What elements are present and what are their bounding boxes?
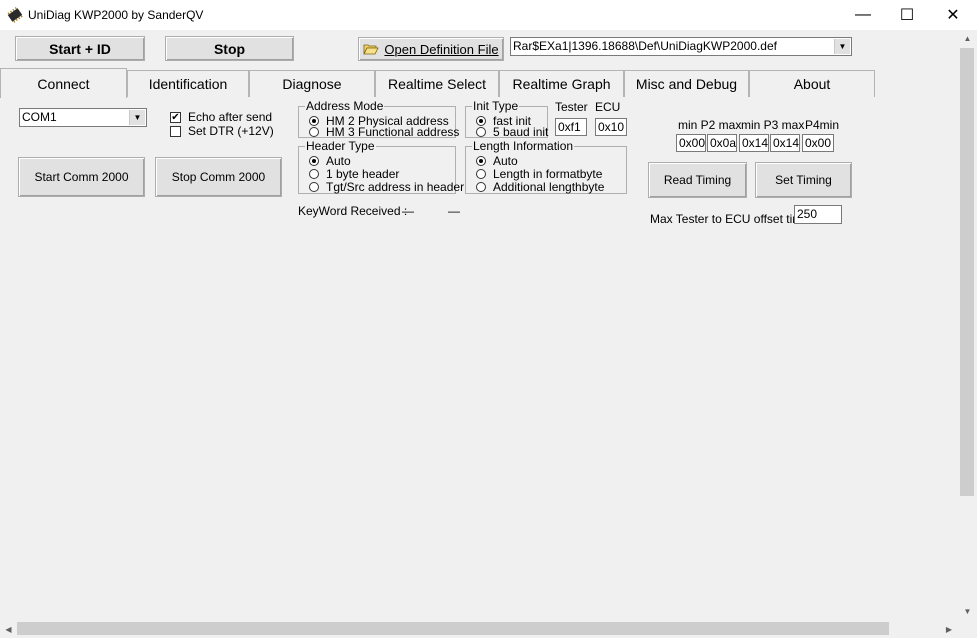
radio-label: Tgt/Src address in header: [326, 180, 465, 194]
p4-label: P4min: [805, 118, 840, 132]
scroll-corner: [958, 620, 977, 638]
echo-after-send-label: Echo after send: [188, 110, 273, 124]
tab-realtime-graph[interactable]: Realtime Graph: [499, 70, 624, 97]
radio-header-1-byte[interactable]: 1 byte header: [309, 167, 399, 181]
p2-max-input[interactable]: 0x0a: [707, 134, 737, 152]
radio-label: Auto: [493, 154, 518, 168]
chevron-down-icon[interactable]: ▼: [129, 110, 145, 125]
header-type-group: Header Type Auto 1 byte header Tgt/Src a…: [298, 139, 464, 194]
address-mode-group: Address Mode HM 2 Physical address HM 3 …: [298, 99, 459, 139]
radio-length-formatbyte[interactable]: Length in formatbyte: [476, 167, 602, 181]
tab-identification[interactable]: Identification: [127, 70, 249, 97]
radio-label: HM 3 Functional address: [326, 125, 460, 139]
tab-about[interactable]: About: [749, 70, 875, 97]
init-type-group: Init Type fast init 5 baud init: [465, 99, 548, 139]
address-mode-title: Address Mode: [305, 99, 385, 113]
init-type-title: Init Type: [472, 99, 520, 113]
keyword-value-1: —: [402, 204, 414, 218]
radio-5-baud-init[interactable]: 5 baud init: [476, 125, 548, 139]
scroll-down-icon[interactable]: ▼: [958, 603, 977, 620]
window-title: UniDiag KWP2000 by SanderQV: [28, 8, 204, 22]
keyword-received-label: KeyWord Received :: [298, 204, 408, 218]
folder-open-icon: [363, 44, 380, 55]
checkbox-checked-icon: ✔: [170, 111, 181, 123]
com-port-combo[interactable]: COM1 ▼: [19, 108, 147, 127]
tab-realtime-select[interactable]: Realtime Select: [375, 70, 499, 97]
app-icon: [7, 7, 23, 23]
open-definition-file-button[interactable]: Open Definition File: [358, 37, 504, 61]
radio-unselected-icon: [309, 169, 319, 179]
minimize-button[interactable]: —: [840, 0, 886, 30]
scroll-right-icon[interactable]: ▶: [940, 620, 958, 638]
header-type-title: Header Type: [305, 139, 376, 153]
definition-file-combo[interactable]: Rar$EXa1|1396.18688\Def\UniDiagKWP2000.d…: [510, 37, 852, 56]
radio-length-auto[interactable]: Auto: [476, 154, 518, 168]
stop-button[interactable]: Stop: [165, 36, 294, 61]
radio-label: Length in formatbyte: [493, 167, 603, 181]
maximize-icon: ☐: [899, 7, 915, 24]
radio-unselected-icon: [309, 127, 319, 137]
tester-address-input[interactable]: 0xf1: [555, 118, 587, 136]
radio-label: Auto: [326, 154, 351, 168]
minimize-icon: —: [855, 6, 871, 23]
radio-selected-icon: [309, 156, 319, 166]
open-definition-file-label: Open Definition File: [384, 41, 499, 57]
scroll-up-icon[interactable]: ▲: [958, 30, 977, 47]
echo-after-send-checkbox[interactable]: ✔ Echo after send: [170, 110, 272, 124]
set-timing-button[interactable]: Set Timing: [755, 162, 852, 198]
keyword-value-2: —: [448, 204, 460, 218]
radio-header-auto[interactable]: Auto: [309, 154, 351, 168]
set-dtr-label: Set DTR (+12V): [188, 124, 274, 138]
radio-functional-address[interactable]: HM 3 Functional address: [309, 125, 459, 139]
tab-misc-debug[interactable]: Misc and Debug: [624, 70, 749, 97]
max-offset-label: Max Tester to ECU offset time: [650, 212, 809, 226]
maximize-button[interactable]: ☐: [884, 0, 930, 30]
length-information-title: Length Information: [472, 139, 575, 153]
radio-unselected-icon: [476, 182, 486, 192]
tester-label: Tester: [555, 100, 588, 114]
ecu-address-input[interactable]: 0x10: [595, 118, 627, 136]
p3-label: min P3 max: [741, 118, 805, 132]
definition-file-path: Rar$EXa1|1396.18688\Def\UniDiagKWP2000.d…: [513, 39, 777, 53]
tab-connect[interactable]: Connect: [0, 68, 127, 98]
radio-length-additional[interactable]: Additional lengthbyte: [476, 180, 604, 194]
stop-comm-button[interactable]: Stop Comm 2000: [155, 157, 282, 197]
radio-unselected-icon: [476, 127, 486, 137]
radio-unselected-icon: [309, 182, 319, 192]
scroll-left-icon[interactable]: ◀: [0, 620, 17, 638]
p2-label: min P2 max: [678, 118, 742, 132]
close-button[interactable]: ✕: [930, 0, 976, 30]
radio-selected-icon: [476, 156, 486, 166]
p3-max-input[interactable]: 0x14: [770, 134, 800, 152]
chevron-down-icon[interactable]: ▼: [834, 39, 850, 54]
start-id-button[interactable]: Start + ID: [15, 36, 145, 61]
set-dtr-checkbox[interactable]: Set DTR (+12V): [170, 124, 274, 138]
p2-min-input[interactable]: 0x00: [676, 134, 706, 152]
radio-label: Additional lengthbyte: [493, 180, 605, 194]
horizontal-scroll-thumb[interactable]: [17, 622, 889, 635]
read-timing-button[interactable]: Read Timing: [648, 162, 747, 198]
radio-label: 1 byte header: [326, 167, 400, 181]
checkbox-unchecked-icon: [170, 125, 181, 137]
radio-unselected-icon: [476, 169, 486, 179]
ecu-label: ECU: [595, 100, 621, 114]
start-comm-button[interactable]: Start Comm 2000: [18, 157, 145, 197]
com-port-value: COM1: [22, 110, 57, 124]
max-offset-input[interactable]: 250: [794, 205, 842, 224]
vertical-scroll-thumb[interactable]: [960, 48, 974, 496]
length-information-group: Length Information Auto Length in format…: [465, 139, 627, 194]
p4-min-input[interactable]: 0x00: [802, 134, 834, 152]
radio-header-tgt-src[interactable]: Tgt/Src address in header: [309, 180, 464, 194]
p3-min-input[interactable]: 0x14: [739, 134, 769, 152]
close-icon: ✕: [946, 7, 960, 24]
tab-diagnose[interactable]: Diagnose: [249, 70, 375, 97]
radio-label: 5 baud init: [493, 125, 549, 139]
